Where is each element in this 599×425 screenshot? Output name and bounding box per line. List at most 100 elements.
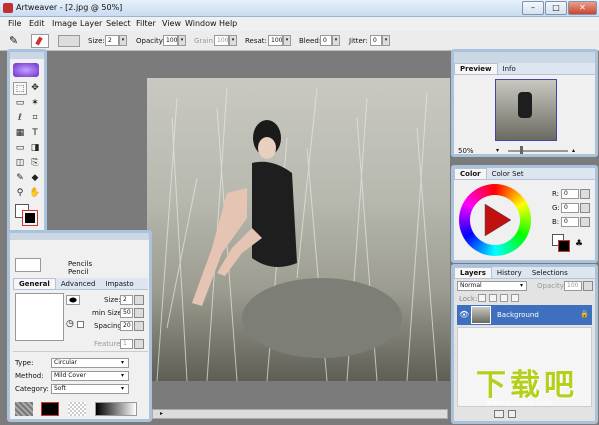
magic-wand-icon[interactable]: ✶ [28,97,42,110]
blend-mode-dropdown-icon[interactable]: ▾ [520,282,523,289]
layer-visibility-eye-icon[interactable]: 👁 [459,310,469,319]
green-field[interactable]: 0 [561,203,579,213]
foreground-color-swatch[interactable] [22,210,38,226]
canvas-horizontal-scrollbar[interactable]: ▸ [152,409,448,419]
perspective-grid-icon[interactable]: ▦ [13,127,27,140]
method-dropdown-icon[interactable]: ▾ [121,372,124,379]
red-field[interactable]: 0 [561,189,579,199]
tab-impasto[interactable]: Impasto [100,279,138,289]
tab-layers[interactable]: Layers [454,267,492,278]
shape-tool-icon[interactable]: ▭ [13,142,27,155]
zoom-slider[interactable] [508,150,568,152]
jitter-dropdown[interactable]: ▾ [382,35,390,46]
menu-view[interactable]: View [162,19,181,28]
zoom-dropdown-icon[interactable]: ▾ [496,147,499,154]
menu-layer[interactable]: Layer [80,19,102,28]
brush-category-icon[interactable] [15,258,41,272]
brush-tip-icon[interactable] [66,295,80,305]
spacing-field[interactable]: 20 [120,321,133,331]
menu-filter[interactable]: Filter [136,19,156,28]
brush-shape-selector[interactable] [58,35,80,47]
color-picker-icon[interactable]: ✎ [13,172,27,185]
gradient-swatch[interactable] [95,402,137,416]
layer-row-background[interactable]: 👁 Background 🔒 [457,305,592,325]
tab-history[interactable]: History [492,268,527,278]
marquee-tool-icon[interactable]: ▭ [13,97,27,110]
menu-help[interactable]: Help [219,19,237,28]
min-size-slider-button[interactable] [134,308,144,318]
fill-color-swatch[interactable] [41,402,59,416]
preview-zoom-value[interactable]: 50% [458,147,474,155]
size-field[interactable]: 2 [105,35,119,46]
type-select[interactable]: Circular [51,358,129,368]
brush-category-label[interactable]: Pencils [68,260,92,268]
opacity-field[interactable]: 100 [163,35,178,46]
document-canvas[interactable] [147,78,450,381]
color-fg-swatch[interactable] [558,240,570,252]
category-dropdown-icon[interactable]: ▾ [121,385,124,392]
color-model-icon[interactable]: ♣ [575,239,583,249]
tab-selections[interactable]: Selections [527,268,573,278]
size-dropdown[interactable]: ▾ [119,35,127,46]
blue-field[interactable]: 0 [561,217,579,227]
clone-tool-icon[interactable]: ⎘ [28,157,42,170]
maximize-button[interactable]: □ [545,1,567,15]
brush-size-slider-button[interactable] [134,295,144,305]
color-wheel[interactable] [459,184,531,256]
crop-tool-icon[interactable]: ⌗ [28,112,42,125]
zoom-slider-thumb[interactable] [520,146,523,154]
close-button[interactable]: ✕ [568,1,597,15]
scroll-right-arrow[interactable]: ▸ [160,410,163,417]
zoom-tool-icon[interactable]: ⚲ [13,187,27,200]
spacing-slider-button[interactable] [134,321,144,331]
lasso-tool-icon[interactable]: ℓ [13,112,27,125]
menu-image[interactable]: Image [52,19,77,28]
pattern-swatch[interactable] [68,402,86,416]
gradient-tool-icon[interactable]: ◨ [28,142,42,155]
opacity-dropdown[interactable]: ▾ [178,35,186,46]
select-tool-icon[interactable]: ⬚ [13,82,27,95]
hand-tool-icon[interactable]: ✋ [28,187,42,200]
eraser-tool-icon[interactable]: ◫ [13,157,27,170]
tab-color[interactable]: Color [454,168,487,179]
green-slider-button[interactable] [580,203,590,213]
type-dropdown-icon[interactable]: ▾ [121,359,124,366]
brush-size-field[interactable]: 2 [120,295,133,305]
brush-variant-label[interactable]: Pencil [68,268,88,276]
tab-color-set[interactable]: Color Set [487,169,529,179]
bleed-field[interactable]: 0 [320,35,332,46]
menu-file[interactable]: File [8,19,21,28]
resat-field[interactable]: 100 [268,35,283,46]
resat-dropdown[interactable]: ▾ [283,35,291,46]
minimize-button[interactable]: – [522,1,544,15]
new-layer-icon[interactable] [508,410,516,418]
lock-position-checkbox[interactable] [500,294,508,302]
brush-tool-icon[interactable]: ✎ [9,34,23,48]
min-size-field[interactable]: 50 [120,308,133,318]
tab-preview[interactable]: Preview [454,63,498,74]
blend-mode-select[interactable]: Normal [457,281,527,291]
bleed-dropdown[interactable]: ▾ [332,35,340,46]
tab-info[interactable]: Info [498,64,521,74]
red-slider-button[interactable] [580,189,590,199]
paint-bucket-icon[interactable]: ◆ [28,172,42,185]
blue-slider-button[interactable] [580,217,590,227]
layer-name[interactable]: Background [497,311,539,319]
method-select[interactable]: Mild Cover [51,371,129,381]
zoom-in-icon[interactable]: ▴ [572,147,575,154]
menu-edit[interactable]: Edit [29,19,45,28]
preview-thumbnail[interactable] [495,79,557,141]
text-tool-icon[interactable]: T [28,127,42,140]
tab-advanced[interactable]: Advanced [56,279,101,289]
paper-texture-swatch[interactable] [15,402,33,416]
menu-select[interactable]: Select [106,19,131,28]
spacing-checkbox[interactable] [77,321,84,328]
new-folder-icon[interactable] [494,410,504,418]
brush-preset-icon[interactable] [31,34,49,48]
lock-transparency-checkbox[interactable] [478,294,486,302]
move-tool-icon[interactable]: ✥ [28,82,42,95]
lock-image-checkbox[interactable] [489,294,497,302]
tab-general[interactable]: General [13,278,56,289]
category-select[interactable]: Soft [51,384,129,394]
lock-all-checkbox[interactable] [511,294,519,302]
